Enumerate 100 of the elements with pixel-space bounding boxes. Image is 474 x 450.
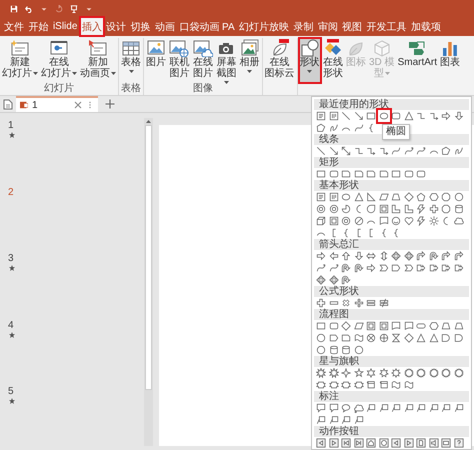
l-shape-shape-icon[interactable] — [404, 204, 414, 214]
action-begin-shape-icon[interactable] — [341, 438, 352, 448]
slide-number[interactable]: 3 — [8, 253, 14, 266]
round-rect-shape-icon[interactable] — [328, 321, 339, 331]
circle-plus-shape-icon[interactable] — [378, 333, 389, 343]
callout-line-shape-icon[interactable] — [428, 403, 439, 413]
action-back-shape-icon[interactable] — [316, 438, 326, 448]
terminator-shape-icon[interactable] — [416, 321, 426, 331]
action-back-shape-icon[interactable] — [391, 438, 402, 448]
document-shape-icon[interactable] — [391, 321, 402, 331]
triangle-shape-icon[interactable] — [416, 333, 426, 343]
ribbon-tab[interactable]: iSlide — [50, 17, 80, 36]
ribbon-tab[interactable]: 动画 — [152, 17, 178, 36]
star8-shape-icon[interactable] — [391, 368, 402, 378]
curve-arrow-shape-icon[interactable] — [316, 263, 326, 273]
cylinder-shape-icon[interactable] — [341, 345, 352, 355]
callout-line-shape-icon[interactable] — [391, 403, 402, 413]
frame-shape-icon[interactable] — [378, 204, 389, 214]
arrow-quad-shape-icon[interactable] — [404, 251, 414, 261]
document-icon[interactable] — [3, 98, 13, 110]
cylinder-shape-icon[interactable] — [328, 345, 339, 355]
heart-shape-icon[interactable] — [404, 216, 414, 226]
ribbon-button[interactable]: 表格 — [120, 38, 142, 83]
star4-shape-icon[interactable] — [341, 368, 352, 378]
callout-arrow-shape-icon[interactable] — [428, 263, 439, 273]
ribbon-tab[interactable]: 开始 — [26, 17, 51, 36]
ribbon-tab[interactable]: 切换 — [128, 17, 153, 36]
ribbon-shape-icon[interactable] — [341, 380, 352, 390]
u-turn-shape-icon[interactable] — [341, 275, 352, 285]
text-box-shape-icon[interactable] — [316, 192, 326, 202]
action-sound-shape-icon[interactable] — [428, 438, 439, 448]
curve-arrow-shape-icon[interactable] — [404, 146, 414, 156]
octagon-shape-icon[interactable] — [441, 204, 452, 214]
plus-shape-icon[interactable] — [316, 298, 326, 308]
circle-shape-icon[interactable] — [316, 333, 326, 343]
star6-shape-icon[interactable] — [366, 368, 376, 378]
ribbon-tab[interactable]: 加载项 — [408, 17, 444, 36]
ribbon-tab[interactable]: 开发工具 — [364, 17, 409, 36]
explosion-shape-icon[interactable] — [328, 368, 339, 378]
circle-shape-icon[interactable] — [454, 192, 464, 202]
hourglass-shape-icon[interactable] — [391, 333, 402, 343]
slide-number[interactable]: 2 — [8, 186, 14, 199]
l-shape-shape-icon[interactable] — [391, 204, 402, 214]
callout-line-shape-icon[interactable] — [366, 403, 376, 413]
vtext-box-shape-icon[interactable] — [328, 192, 339, 202]
arrow-down-shape-icon[interactable] — [454, 111, 464, 121]
rect-shape-icon[interactable] — [366, 111, 376, 121]
undo-icon[interactable] — [25, 4, 33, 12]
arrow-left-shape-icon[interactable] — [328, 251, 339, 261]
arrow-lr-shape-icon[interactable] — [366, 251, 376, 261]
triangle-shape-icon[interactable] — [404, 111, 414, 121]
octagon-shape-icon[interactable] — [441, 192, 452, 202]
multiply-shape-icon[interactable] — [341, 298, 352, 308]
frame-shape-icon[interactable] — [366, 321, 376, 331]
ribbon-button[interactable]: SmartArt — [396, 38, 438, 83]
callout-rect-shape-icon[interactable] — [316, 403, 326, 413]
callout-arrow-shape-icon[interactable] — [454, 263, 464, 273]
chevron-shape-icon[interactable] — [404, 263, 414, 273]
lightning-shape-icon[interactable] — [416, 216, 426, 226]
circle-shape-icon[interactable] — [316, 345, 326, 355]
star-burst-shape-icon[interactable] — [454, 368, 464, 378]
callout-line-shape-icon[interactable] — [441, 403, 452, 413]
action-info-shape-icon[interactable] — [378, 438, 389, 448]
callout-round-shape-icon[interactable] — [341, 403, 352, 413]
teardrop-shape-icon[interactable] — [366, 204, 376, 214]
star-burst-shape-icon[interactable] — [416, 368, 426, 378]
callout-rect-shape-icon[interactable] — [328, 403, 339, 413]
round-rect-shape-icon[interactable] — [404, 169, 414, 179]
action-doc-shape-icon[interactable] — [416, 438, 426, 448]
wave-shape-icon[interactable] — [404, 380, 414, 390]
donut-shape-icon[interactable] — [316, 204, 326, 214]
callout-arrow-shape-icon[interactable] — [416, 263, 426, 273]
ribbon-tab[interactable]: 插入 — [80, 17, 104, 36]
arrow-quad-shape-icon[interactable] — [328, 275, 339, 285]
ribbon-button[interactable]: 相册 — [238, 38, 260, 83]
snip-rect-shape-icon[interactable] — [341, 333, 352, 343]
pie-shape-icon[interactable] — [341, 204, 352, 214]
action-forward-shape-icon[interactable] — [328, 438, 339, 448]
ribbon-button[interactable]: 新建 幻灯片 — [1, 38, 39, 83]
ribbon-button[interactable]: 屏幕截图 — [215, 38, 238, 83]
u-turn-shape-icon[interactable] — [354, 263, 364, 273]
arrow-line-shape-icon[interactable] — [354, 111, 364, 121]
star-burst-shape-icon[interactable] — [428, 368, 439, 378]
diamond-shape-icon[interactable] — [404, 333, 414, 343]
explosion-shape-icon[interactable] — [316, 368, 326, 378]
home-plate-shape-icon[interactable] — [391, 263, 402, 273]
scroll-shape-icon[interactable] — [366, 380, 376, 390]
ribbon-button[interactable]: 在线 幻灯片 — [40, 38, 78, 83]
ribbon-tab[interactable]: 口袋动画 PA — [177, 17, 237, 36]
slide-number[interactable]: 1 — [8, 120, 14, 132]
curve-arrow-shape-icon[interactable] — [416, 146, 426, 156]
line-shape-icon[interactable] — [341, 111, 352, 121]
scroll-shape-icon[interactable] — [378, 380, 389, 390]
arrow-up-shape-icon[interactable] — [341, 251, 352, 261]
callout-line-shape-icon[interactable] — [354, 415, 364, 425]
arrow-quad-shape-icon[interactable] — [316, 275, 326, 285]
elbow-arrow-shape-icon[interactable] — [378, 146, 389, 156]
arrow-line-shape-icon[interactable] — [328, 146, 339, 156]
ribbon-button[interactable]: 图片 — [145, 38, 167, 83]
curve-arrow-shape-icon[interactable] — [328, 263, 339, 273]
